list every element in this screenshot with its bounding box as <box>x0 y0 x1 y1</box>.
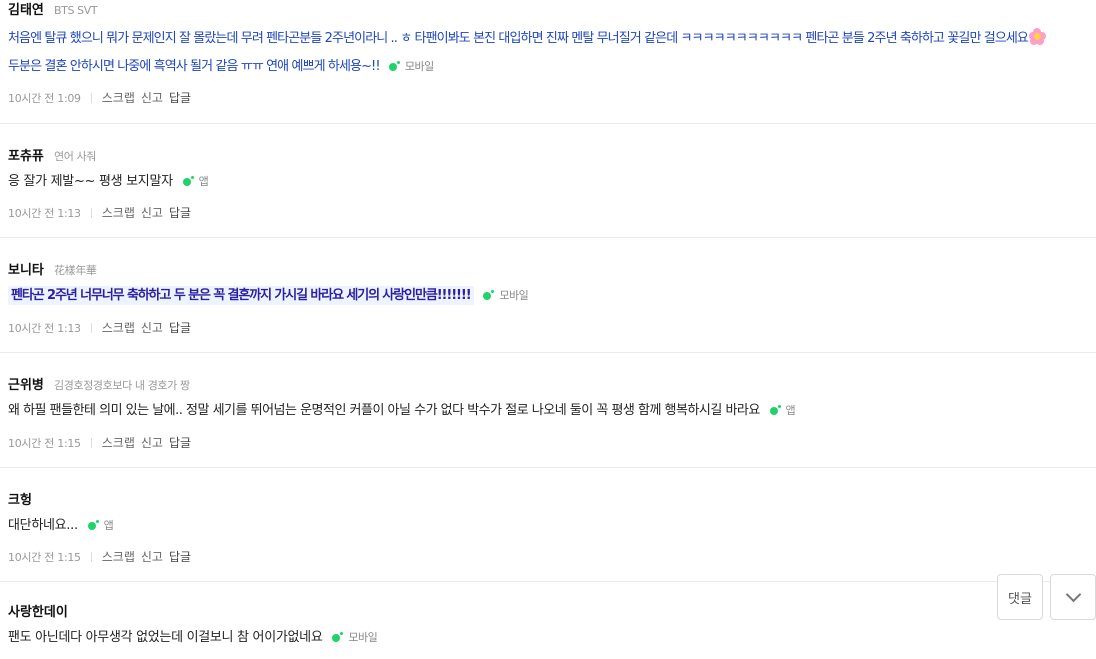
device-indicator-icon <box>388 61 402 71</box>
device-label: 모바일 <box>499 289 529 302</box>
comment-nickname[interactable]: 근위병 <box>8 378 44 393</box>
comment-text: 처음엔 탈큐 했으니 뭐가 문제인지 잘 몰랐는데 무려 펜타곤분들 2주년이라… <box>8 25 1096 53</box>
divider <box>90 323 92 333</box>
comment-text-line: 대단하네요... <box>8 518 78 533</box>
comment-item: 보니타 花樣年華 펜타곤 2주년 너무너무 축하하고 두 분은 꼭 결혼까지 가… <box>0 238 1096 353</box>
comment-header: 보니타 花樣年華 <box>8 260 1096 282</box>
comment-text-line: 처음엔 탈큐 했으니 뭐가 문제인지 잘 몰랐는데 무려 펜타곤분들 2주년이라… <box>8 31 1029 46</box>
report-button[interactable]: 신고 <box>141 91 163 105</box>
comment-nickname[interactable]: 김태연 <box>8 3 44 18</box>
comment-time: 10시간 전 1:15 <box>8 551 81 564</box>
report-button[interactable]: 신고 <box>141 436 163 450</box>
reply-button[interactable]: 답글 <box>169 91 191 105</box>
reply-button[interactable]: 답글 <box>169 321 191 335</box>
comment-meta: 10시간 전 1:13 스크랩 신고 답글 <box>8 198 1096 228</box>
comment-item: 근위병 김경호정경호보다 내 경호가 짱 왜 하필 팬들한테 의미 있는 날에.… <box>0 353 1096 468</box>
comment-jump-button[interactable]: 댓글 <box>997 574 1043 620</box>
device-label: 앱 <box>198 175 209 188</box>
comment-time: 10시간 전 1:13 <box>8 322 81 335</box>
comment-text: 펜타곤 2주년 너무너무 축하하고 두 분은 꼭 결혼까지 가시길 바라요 세기… <box>8 282 1096 310</box>
scrap-button[interactable]: 스크랩 <box>102 550 135 564</box>
device-indicator-icon <box>769 405 783 415</box>
comment-nickname[interactable]: 크헝 <box>8 493 32 508</box>
device-label: 모바일 <box>348 631 378 644</box>
scroll-down-button[interactable] <box>1050 574 1096 620</box>
comment-nickname[interactable]: 사랑한데이 <box>8 605 68 620</box>
comment-nickname[interactable]: 보니타 <box>8 263 44 278</box>
comment-user-tag: 김경호정경호보다 내 경호가 짱 <box>54 379 190 392</box>
comment-text-line: 왜 하필 팬들한테 의미 있는 날에.. 정말 세기를 뛰어넘는 운명적인 커플… <box>8 403 760 418</box>
comment-header: 사랑한데이 <box>8 602 1096 624</box>
comment-user-tag: BTS SVT <box>54 4 98 17</box>
comment-time: 10시간 전 1:13 <box>8 207 81 220</box>
comment-time: 10시간 전 1:15 <box>8 437 81 450</box>
comment-user-tag: 연어 사줘 <box>54 150 97 163</box>
report-button[interactable]: 신고 <box>141 206 163 220</box>
divider <box>90 438 92 448</box>
report-button[interactable]: 신고 <box>141 321 163 335</box>
divider <box>90 208 92 218</box>
device-label: 모바일 <box>404 60 434 73</box>
comment-meta: 10시간 전 1:09 스크랩 신고 답글 <box>8 83 1096 113</box>
comment-text: 대단하네요... 앱 <box>8 512 1096 540</box>
comment-header: 크헝 <box>8 490 1096 512</box>
scrap-button[interactable]: 스크랩 <box>102 206 135 220</box>
comment-header: 포츄퓨 연어 사줘 <box>8 146 1096 168</box>
comment-user-tag: 花樣年華 <box>54 264 97 277</box>
chevron-down-icon <box>1065 586 1081 603</box>
scrap-button[interactable]: 스크랩 <box>102 91 135 105</box>
comment-text: 응 잘가 제발~~ 평생 보지말자 앱 <box>8 168 1096 196</box>
comment-meta: 10시간 전 1:15 스크랩 신고 답글 <box>8 428 1096 458</box>
device-indicator-icon <box>182 176 196 186</box>
comment-text: 왜 하필 팬들한테 의미 있는 날에.. 정말 세기를 뛰어넘는 운명적인 커플… <box>8 397 1096 425</box>
device-indicator-icon <box>332 632 345 642</box>
comment-item: 사랑한데이 팬도 아닌데다 아무생각 없었는데 이걸보니 참 어이가없네요 모바… <box>0 582 1096 659</box>
comment-text-line: 두분은 결혼 안하시면 나중에 흑역사 될거 같음 ㅠㅠ 연애 예쁘게 하세용~… <box>8 59 381 74</box>
comment-item: 김태연 BTS SVT 처음엔 탈큐 했으니 뭐가 문제인지 잘 몰랐는데 무려… <box>0 0 1096 124</box>
report-button[interactable]: 신고 <box>141 550 163 564</box>
scrap-button[interactable]: 스크랩 <box>102 321 135 335</box>
divider <box>90 552 92 562</box>
reply-button[interactable]: 답글 <box>169 550 191 564</box>
comment-text: 두분은 결혼 안하시면 나중에 흑역사 될거 같음 ㅠㅠ 연애 예쁘게 하세용~… <box>8 53 1096 81</box>
scrap-button[interactable]: 스크랩 <box>102 436 135 450</box>
comment-text-line: 응 잘가 제발~~ 평생 보지말자 <box>8 174 173 189</box>
comment-item: 크헝 대단하네요... 앱 10시간 전 1:15 스크랩 신고 답글 <box>0 468 1096 582</box>
device-indicator-icon <box>87 520 101 530</box>
comment-time: 10시간 전 1:09 <box>8 92 81 105</box>
device-label: 앱 <box>785 404 796 417</box>
device-indicator-icon <box>483 290 496 300</box>
flower-emoji-icon <box>1029 28 1046 45</box>
comment-list: 김태연 BTS SVT 처음엔 탈큐 했으니 뭐가 문제인지 잘 몰랐는데 무려… <box>0 0 1096 659</box>
comment-nickname[interactable]: 포츄퓨 <box>8 149 44 164</box>
comment-meta: 10시간 전 1:13 스크랩 신고 답글 <box>8 313 1096 343</box>
comment-header: 김태연 BTS SVT <box>8 0 1096 22</box>
comment-item: 포츄퓨 연어 사줘 응 잘가 제발~~ 평생 보지말자 앱 10시간 전 1:1… <box>0 124 1096 238</box>
comment-jump-label: 댓글 <box>1008 591 1032 607</box>
divider <box>90 93 92 103</box>
comment-header: 근위병 김경호정경호보다 내 경호가 짱 <box>8 375 1096 397</box>
reply-button[interactable]: 답글 <box>169 206 191 220</box>
device-label: 앱 <box>103 519 114 532</box>
comment-text: 팬도 아닌데다 아무생각 없었는데 이걸보니 참 어이가없네요 모바일 <box>8 624 1096 652</box>
reply-button[interactable]: 답글 <box>169 436 191 450</box>
comment-text-line: 팬도 아닌데다 아무생각 없었는데 이걸보니 참 어이가없네요 <box>8 630 323 645</box>
comment-text-line: 펜타곤 2주년 너무너무 축하하고 두 분은 꼭 결혼까지 가시길 바라요 세기… <box>8 286 474 305</box>
comment-meta: 10시간 전 1:15 스크랩 신고 답글 <box>8 542 1096 572</box>
